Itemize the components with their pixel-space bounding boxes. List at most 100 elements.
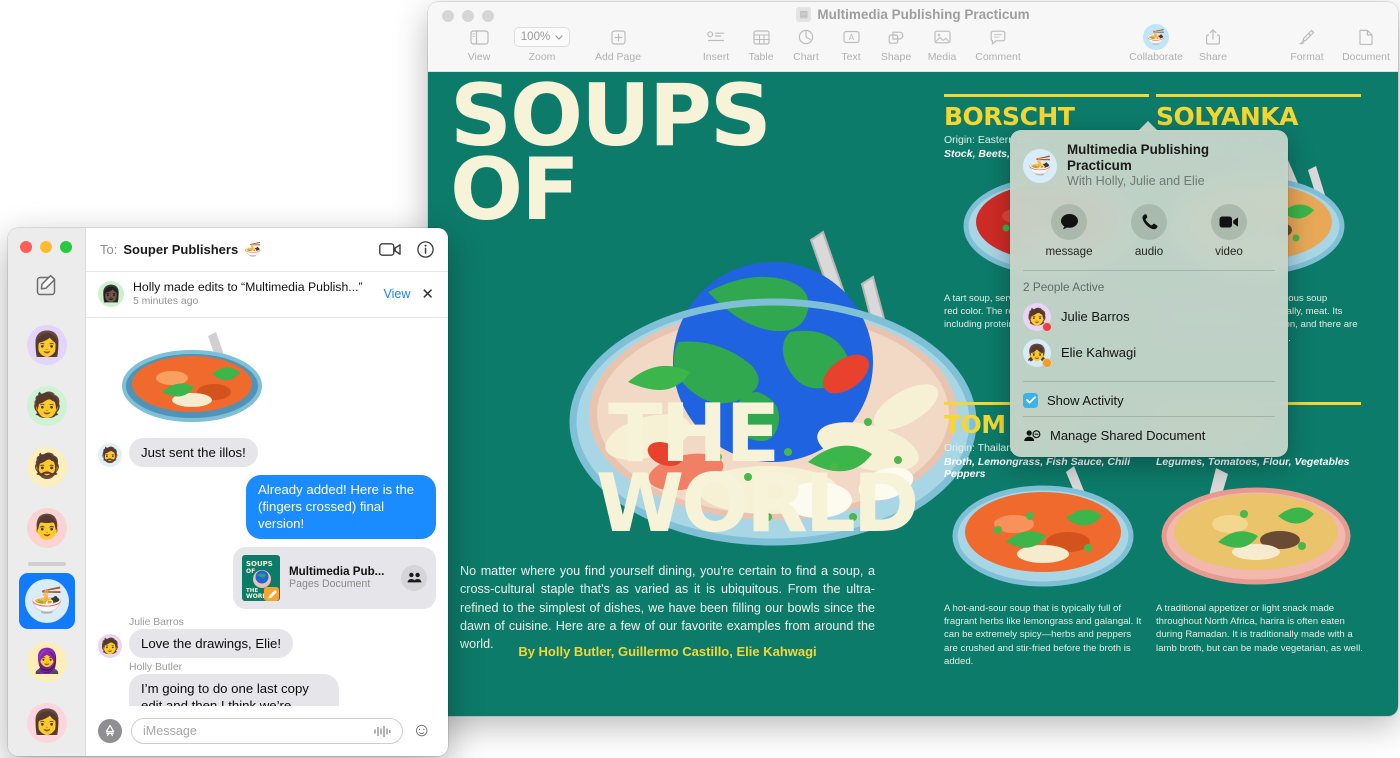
toolbar-format-label: Format	[1290, 51, 1323, 63]
message-row-outgoing: Already added! Here is the (fingers cros…	[98, 475, 436, 538]
document-name: Multimedia Pub...	[289, 565, 392, 578]
popover-header: 🍜 Multimedia Publishing Practicum With H…	[1023, 142, 1275, 190]
sidebar-item-conversation-3[interactable]: 🧔	[8, 436, 86, 497]
toolbar-add-page-button[interactable]: Add Page	[538, 26, 698, 63]
popover-audio-action[interactable]: audio	[1113, 204, 1185, 258]
popover-divider	[1023, 381, 1275, 382]
popover-video-label: video	[1193, 245, 1265, 258]
poster-title-block: SOUPS OF	[450, 80, 920, 228]
sidebar-item-conversation-7[interactable]: 👩	[8, 692, 86, 753]
memoji-holly-icon: 👩🏿	[98, 281, 124, 307]
edit-notification-banner[interactable]: 👩🏿 Holly made edits to “Multimedia Publi…	[86, 272, 448, 318]
popover-video-action[interactable]: video	[1193, 204, 1265, 258]
messages-sidebar: 👩 🧑 🧔 👨 🍜 🧕	[8, 228, 86, 756]
sidebar-divider	[8, 558, 86, 570]
checkbox-checked-icon[interactable]	[1023, 393, 1038, 408]
toolbar-comment-button[interactable]: Comment	[958, 26, 1038, 63]
facetime-video-icon[interactable]	[379, 242, 401, 257]
manage-shared-document-button[interactable]: Manage Shared Document	[1023, 423, 1275, 447]
sender-avatar: 🧔	[98, 443, 122, 467]
banner-timestamp: 5 minutes ago	[133, 295, 375, 309]
audio-waveform-icon[interactable]	[373, 725, 391, 738]
message-bubble[interactable]: I’m going to do one last copy edit and t…	[129, 674, 339, 706]
toolbar-view-button[interactable]: View	[446, 26, 512, 63]
banner-text: Holly made edits to “Multimedia Publish.…	[133, 280, 375, 295]
sidebar-item-conversation-6[interactable]: 🧕	[8, 631, 86, 692]
message-bubble[interactable]: Love the drawings, Elie!	[129, 629, 293, 658]
video-camera-icon	[1211, 204, 1247, 240]
soup-card-description: A traditional appetizer or light snack m…	[1156, 602, 1368, 655]
toolbar-share-label: Share	[1199, 51, 1227, 63]
collaborate-popover[interactable]: 🍜 Multimedia Publishing Practicum With H…	[1010, 130, 1288, 457]
sidebar-item-conversation-2[interactable]: 🧑	[8, 375, 86, 436]
messages-window-controls[interactable]	[20, 241, 72, 253]
conversation-avatar-4: 👨	[27, 508, 67, 548]
messages-minimize-button[interactable]	[40, 241, 52, 253]
poster-title-line4: WORLD	[596, 457, 916, 550]
toolbar-insert-label: Insert	[703, 51, 729, 63]
tom-yum-bowl-illustration	[948, 464, 1143, 589]
phone-icon	[1131, 204, 1167, 240]
emoji-icon[interactable]: ☺	[412, 719, 436, 743]
poster-intro-paragraph: No matter where you find yourself dining…	[460, 562, 875, 653]
imessage-placeholder: iMessage	[143, 724, 367, 738]
popover-subtitle: With Holly, Julie and Elie	[1067, 174, 1275, 190]
sidebar-item-conversation-1[interactable]: 👩	[8, 314, 86, 375]
screen: ▤ Multimedia Publishing Practicum View 1…	[0, 0, 1400, 758]
message-bubble[interactable]: Already added! Here is the (fingers cros…	[246, 475, 436, 538]
status-dot	[1042, 358, 1052, 368]
popover-divider	[1023, 416, 1275, 417]
conversation-avatar-souper-publishers: 🍜	[25, 579, 69, 623]
message-bubble-icon	[1051, 204, 1087, 240]
soup-illustration-attachment[interactable]	[120, 330, 275, 425]
banner-view-button[interactable]: View	[384, 287, 411, 301]
popover-person-name: Julie Barros	[1061, 309, 1130, 324]
sidebar-item-conversation-4[interactable]: 👨	[8, 497, 86, 558]
app-store-icon[interactable]	[98, 719, 122, 743]
compose-icon[interactable]	[35, 274, 59, 298]
status-dot	[1042, 322, 1052, 332]
shared-document-attachment[interactable]: SOUPS OF THE WORLD Multimedia Pub...	[233, 547, 436, 609]
sidebar-icon	[446, 26, 512, 48]
show-activity-label: Show Activity	[1047, 393, 1124, 408]
toolbar-view-label: View	[468, 51, 491, 63]
pages-window-title: ▤ Multimedia Publishing Practicum	[428, 7, 1398, 22]
sidebar-item-souper-publishers[interactable]: 🍜	[8, 570, 86, 631]
message-bubble[interactable]: Just sent the illos!	[129, 438, 258, 467]
selected-conversation-tile[interactable]: 🍜	[19, 573, 75, 629]
conversation-avatar-3: 🧔	[27, 447, 67, 487]
show-activity-toggle[interactable]: Show Activity	[1023, 388, 1275, 410]
pages-toolbar-items: View 100% Zoom Add Page	[428, 26, 1398, 70]
toolbar-share-button[interactable]: Share	[1178, 26, 1248, 63]
memoji-julie-icon: 🧑	[1023, 303, 1051, 331]
shared-people-icon	[401, 565, 427, 591]
message-row-incoming: 🧑 Love the drawings, Elie!	[98, 629, 436, 658]
popover-message-action[interactable]: message	[1033, 204, 1105, 258]
toolbar-table-label: Table	[748, 51, 773, 63]
popover-person-elie[interactable]: 👧 Elie Kahwagi	[1023, 335, 1275, 371]
conversation-avatar-1: 👩	[27, 325, 67, 365]
search-input[interactable]: iMessage	[131, 718, 403, 744]
pages-toolbar: ▤ Multimedia Publishing Practicum View 1…	[428, 2, 1398, 72]
toolbar-media-label: Media	[928, 51, 957, 63]
close-icon[interactable]: ✕	[419, 285, 436, 303]
messages-close-button[interactable]	[20, 241, 32, 253]
soup-card-title: BORSCHT	[944, 104, 1149, 129]
document-thumbnail: SOUPS OF THE WORLD	[242, 555, 280, 601]
collaborate-avatar-icon: 🍜	[1143, 24, 1169, 50]
messages-header: To: Souper Publishers 🍜	[86, 228, 448, 272]
toolbar-document-button[interactable]: Document	[1326, 26, 1398, 63]
soup-card-description: A hot-and-sour soup that is typically fu…	[944, 602, 1147, 668]
toolbar-chart-label: Chart	[793, 51, 819, 63]
document-icon	[1326, 26, 1398, 48]
svg-text:SOUPS: SOUPS	[246, 560, 273, 568]
messages-maximize-button[interactable]	[60, 241, 72, 253]
conversation-list[interactable]: 👩 🧑 🧔 👨 🍜 🧕	[8, 314, 86, 753]
conversation-avatar-7: 👩	[27, 703, 67, 743]
popover-person-julie[interactable]: 🧑 Julie Barros	[1023, 299, 1275, 335]
info-icon[interactable]	[417, 241, 434, 258]
message-thread[interactable]: 🧔 Just sent the illos! Already added! He…	[86, 318, 448, 706]
document-canvas[interactable]: SOUPS OF THE WORLD No matter where you f…	[428, 72, 1398, 716]
message-sender-label: Julie Barros	[129, 617, 436, 628]
recipient-name: Souper Publishers	[123, 242, 238, 257]
